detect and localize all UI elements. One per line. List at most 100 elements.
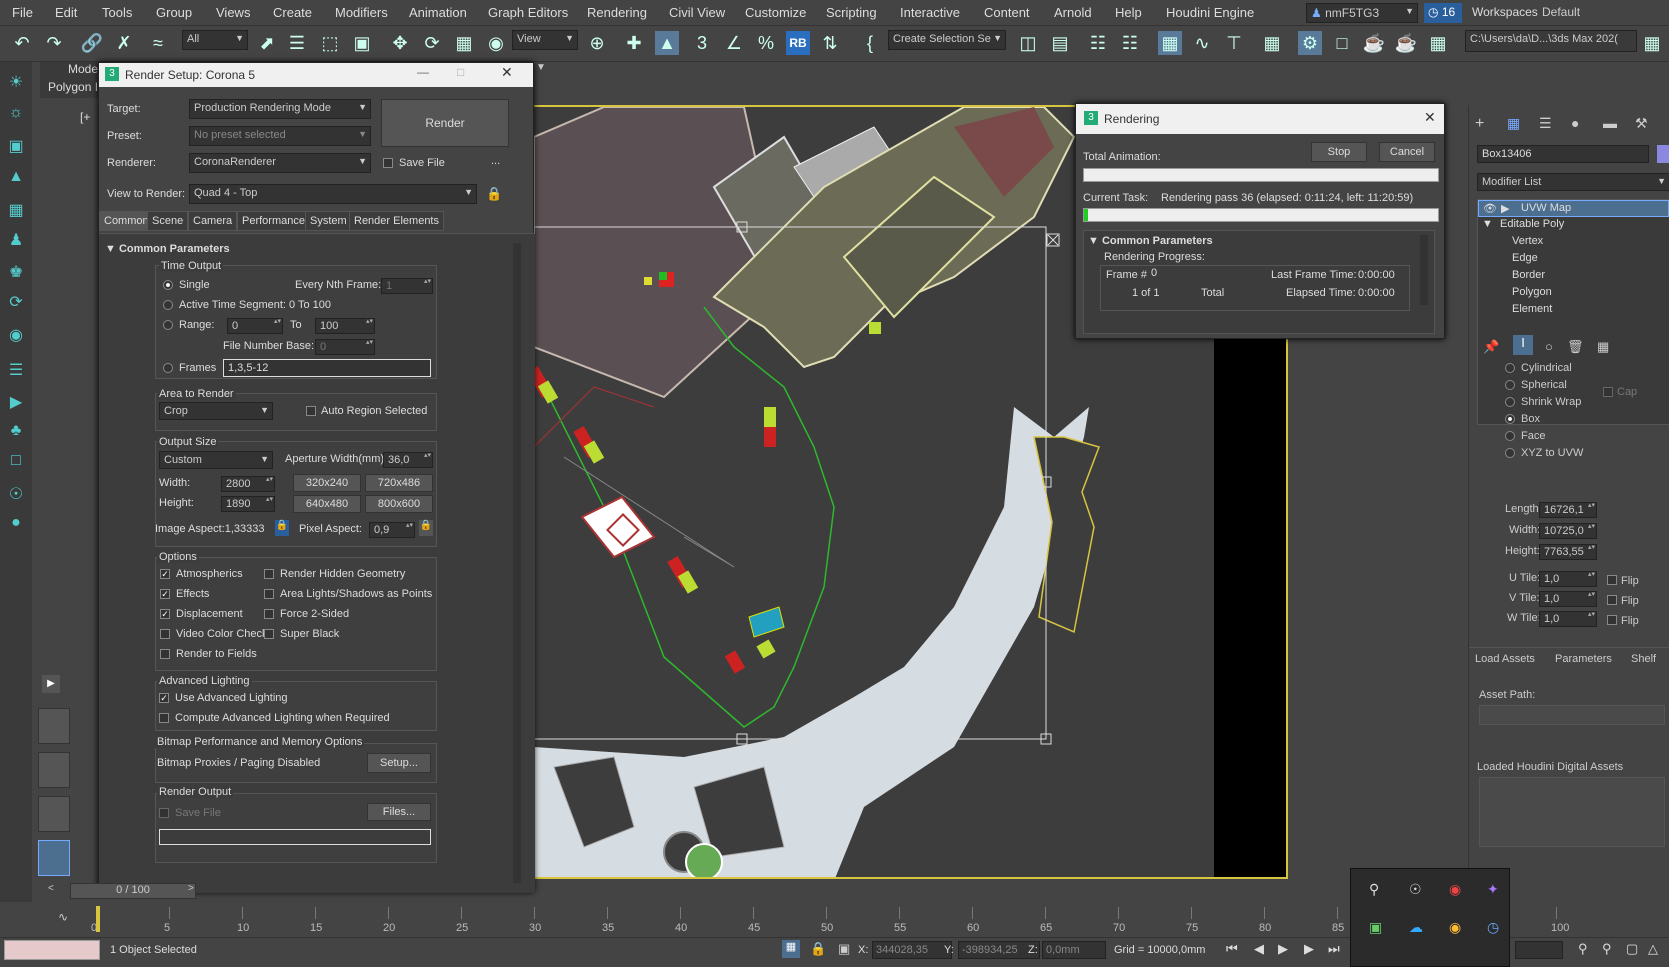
option-checkbox-4[interactable] — [160, 649, 170, 659]
mapping-radio-0[interactable] — [1505, 363, 1515, 373]
lock-view-icon[interactable]: 🔒 — [486, 186, 502, 202]
remove-modifier-icon[interactable]: 🗑 — [1567, 339, 1584, 355]
layers-icon[interactable]: ☰ — [6, 360, 26, 380]
curve-editor-mini-icon[interactable]: ∿ — [58, 910, 68, 924]
place-icon[interactable]: ◉ — [484, 31, 508, 55]
field-of-view-icon[interactable]: △ — [1648, 941, 1658, 957]
viewport-label[interactable]: [+ — [80, 110, 90, 124]
menu-animation[interactable]: Animation — [409, 5, 467, 20]
height-field[interactable]: 1890 — [221, 496, 275, 512]
rotate-icon[interactable]: ⟳ — [420, 31, 444, 55]
rendering-titlebar[interactable]: 3 Rendering ✕ — [1076, 104, 1444, 134]
aperture-width-field[interactable]: 36,0 — [383, 452, 433, 468]
range-radio[interactable] — [163, 320, 173, 330]
orbit-icon[interactable]: ☉ — [6, 484, 26, 504]
menu-customize[interactable]: Customize — [745, 5, 806, 20]
render-production-icon[interactable]: ☕ — [1362, 31, 1386, 55]
range-from-field[interactable]: 0 — [227, 318, 283, 334]
link-icon[interactable]: 🔗 — [80, 31, 104, 55]
scale-icon[interactable]: ▦ — [452, 31, 476, 55]
tree-icon[interactable]: ▲ — [6, 168, 26, 188]
tab-shelf[interactable]: Shelf — [1631, 653, 1656, 665]
figure-icon[interactable]: ♟ — [6, 230, 26, 250]
configure-modifier-sets-icon[interactable]: ▦ — [1597, 339, 1609, 355]
tray-app-icon-6[interactable]: ☁ — [1409, 919, 1423, 936]
maximize-icon[interactable]: □ — [457, 65, 464, 79]
keyboard-shortcut-override-icon[interactable]: ▲ — [655, 31, 679, 55]
material-icon[interactable]: ◉ — [6, 325, 26, 345]
option-right-checkbox-1[interactable] — [264, 589, 274, 599]
edit-named-selection-icon[interactable]: { — [858, 31, 882, 55]
common-parameters-rollout[interactable]: ▼ Common Parameters — [105, 243, 230, 255]
rendering-rollout-title[interactable]: ▼ Common Parameters — [1088, 235, 1213, 247]
spinner-snap-icon[interactable]: ⇅ — [818, 31, 842, 55]
option-checkbox-1[interactable]: ✓ — [160, 589, 170, 599]
render-active-shade-icon[interactable]: ☕ — [1394, 31, 1418, 55]
menu-modifiers[interactable]: Modifiers — [335, 5, 388, 20]
active-segment-radio[interactable] — [163, 300, 173, 310]
tab-render-elements[interactable]: Render Elements — [349, 211, 444, 231]
output-path-field[interactable] — [159, 829, 431, 845]
stack-item-border[interactable]: Border — [1512, 269, 1545, 281]
notification-badge[interactable]: ◷ 16 — [1424, 3, 1462, 23]
hierarchy-tab-icon[interactable]: ☰ — [1539, 115, 1552, 132]
width-field[interactable]: 10725,0 — [1539, 523, 1597, 539]
menu-graph-editors[interactable]: Graph Editors — [488, 5, 568, 20]
render-setup-icon[interactable]: ⚙ — [1298, 31, 1322, 55]
auto-region-checkbox[interactable] — [306, 406, 316, 416]
user-account-dropdown[interactable]: ♟ nmF5TG3 ▼ — [1306, 3, 1418, 23]
render-in-cloud-icon[interactable]: ▦ — [1426, 31, 1450, 55]
collapse-arrow-icon[interactable]: ▼ — [1482, 218, 1493, 230]
bind-space-warp-icon[interactable]: ≈ — [146, 31, 170, 55]
area-to-render-dropdown[interactable]: Crop ▼ — [159, 402, 273, 420]
height-field[interactable]: 7763,55 — [1539, 544, 1597, 560]
use-advanced-lighting-checkbox[interactable]: ✓ — [159, 693, 169, 703]
stack-item-polygon[interactable]: Polygon — [1512, 286, 1552, 298]
settings-scrollbar[interactable] — [513, 243, 521, 883]
more-options-button[interactable]: ... — [491, 155, 500, 167]
zoom-extents-icon[interactable]: ▢ — [1626, 941, 1638, 957]
project-path-field[interactable]: C:\Users\da\D...\3ds Max 202( — [1465, 30, 1637, 52]
single-radio[interactable] — [163, 280, 173, 290]
rotate-view-icon[interactable]: ⟳ — [6, 292, 26, 312]
tab-system[interactable]: System — [305, 211, 352, 231]
width-field[interactable]: 2800 — [221, 476, 275, 492]
rendering-scrollbar[interactable] — [1420, 235, 1428, 305]
layer-explorer-icon[interactable]: ☷ — [1118, 31, 1142, 55]
next-frame-icon[interactable]: ▶ — [1304, 941, 1314, 957]
target-dropdown[interactable]: Production Rendering Mode ▼ — [189, 99, 371, 119]
scene-explorer-icon[interactable]: ☷ — [1086, 31, 1110, 55]
render-output-save-file-checkbox[interactable] — [159, 808, 169, 818]
mapping-radio-2[interactable] — [1505, 397, 1515, 407]
v-tile-field[interactable]: 1,0 — [1539, 591, 1597, 607]
image-aspect-lock-icon[interactable]: 🔒 — [275, 520, 289, 536]
stack-item-editable-poly[interactable]: Editable Poly — [1500, 218, 1564, 230]
material-editor-icon[interactable]: ▦ — [1260, 31, 1284, 55]
tray-app-icon-5[interactable]: ▣ — [1369, 919, 1382, 936]
menu-edit[interactable]: Edit — [55, 5, 77, 20]
frames-field[interactable]: 1,3,5-12 — [223, 359, 431, 377]
time-cursor[interactable] — [96, 906, 100, 932]
motion-tab-icon[interactable]: ● — [1571, 115, 1579, 131]
utilities-tab-icon[interactable]: ⚒ — [1635, 115, 1648, 132]
range-to-field[interactable]: 100 — [315, 318, 375, 334]
select-by-name-icon[interactable]: ☰ — [285, 31, 309, 55]
pin-stack-icon[interactable]: 📌 — [1483, 339, 1499, 355]
menu-help[interactable]: Help — [1115, 5, 1142, 20]
tray-app-icon-2[interactable]: ☉ — [1409, 881, 1422, 898]
close-icon[interactable]: ✕ — [1424, 109, 1436, 126]
w-tile-field[interactable]: 1,0 — [1539, 611, 1597, 627]
window-crossing-icon[interactable]: ▣ — [350, 31, 374, 55]
view-to-render-dropdown[interactable]: Quad 4 - Top ▼ — [189, 184, 477, 204]
mapping-radio-1[interactable] — [1505, 380, 1515, 390]
redo-icon[interactable]: ↷ — [42, 31, 66, 55]
w-flip-checkbox[interactable] — [1607, 615, 1617, 625]
object-color-swatch[interactable] — [1657, 145, 1669, 163]
film-icon[interactable]: ▶ — [6, 392, 26, 412]
box-icon[interactable]: □ — [6, 452, 26, 472]
sun-icon[interactable]: ☼ — [6, 104, 26, 124]
curve-editor-icon[interactable]: ∿ — [1190, 31, 1214, 55]
setup-button[interactable]: Setup... — [367, 753, 431, 773]
menu-views[interactable]: Views — [216, 5, 250, 20]
zoom-all-icon[interactable]: ⚲ — [1602, 941, 1612, 957]
